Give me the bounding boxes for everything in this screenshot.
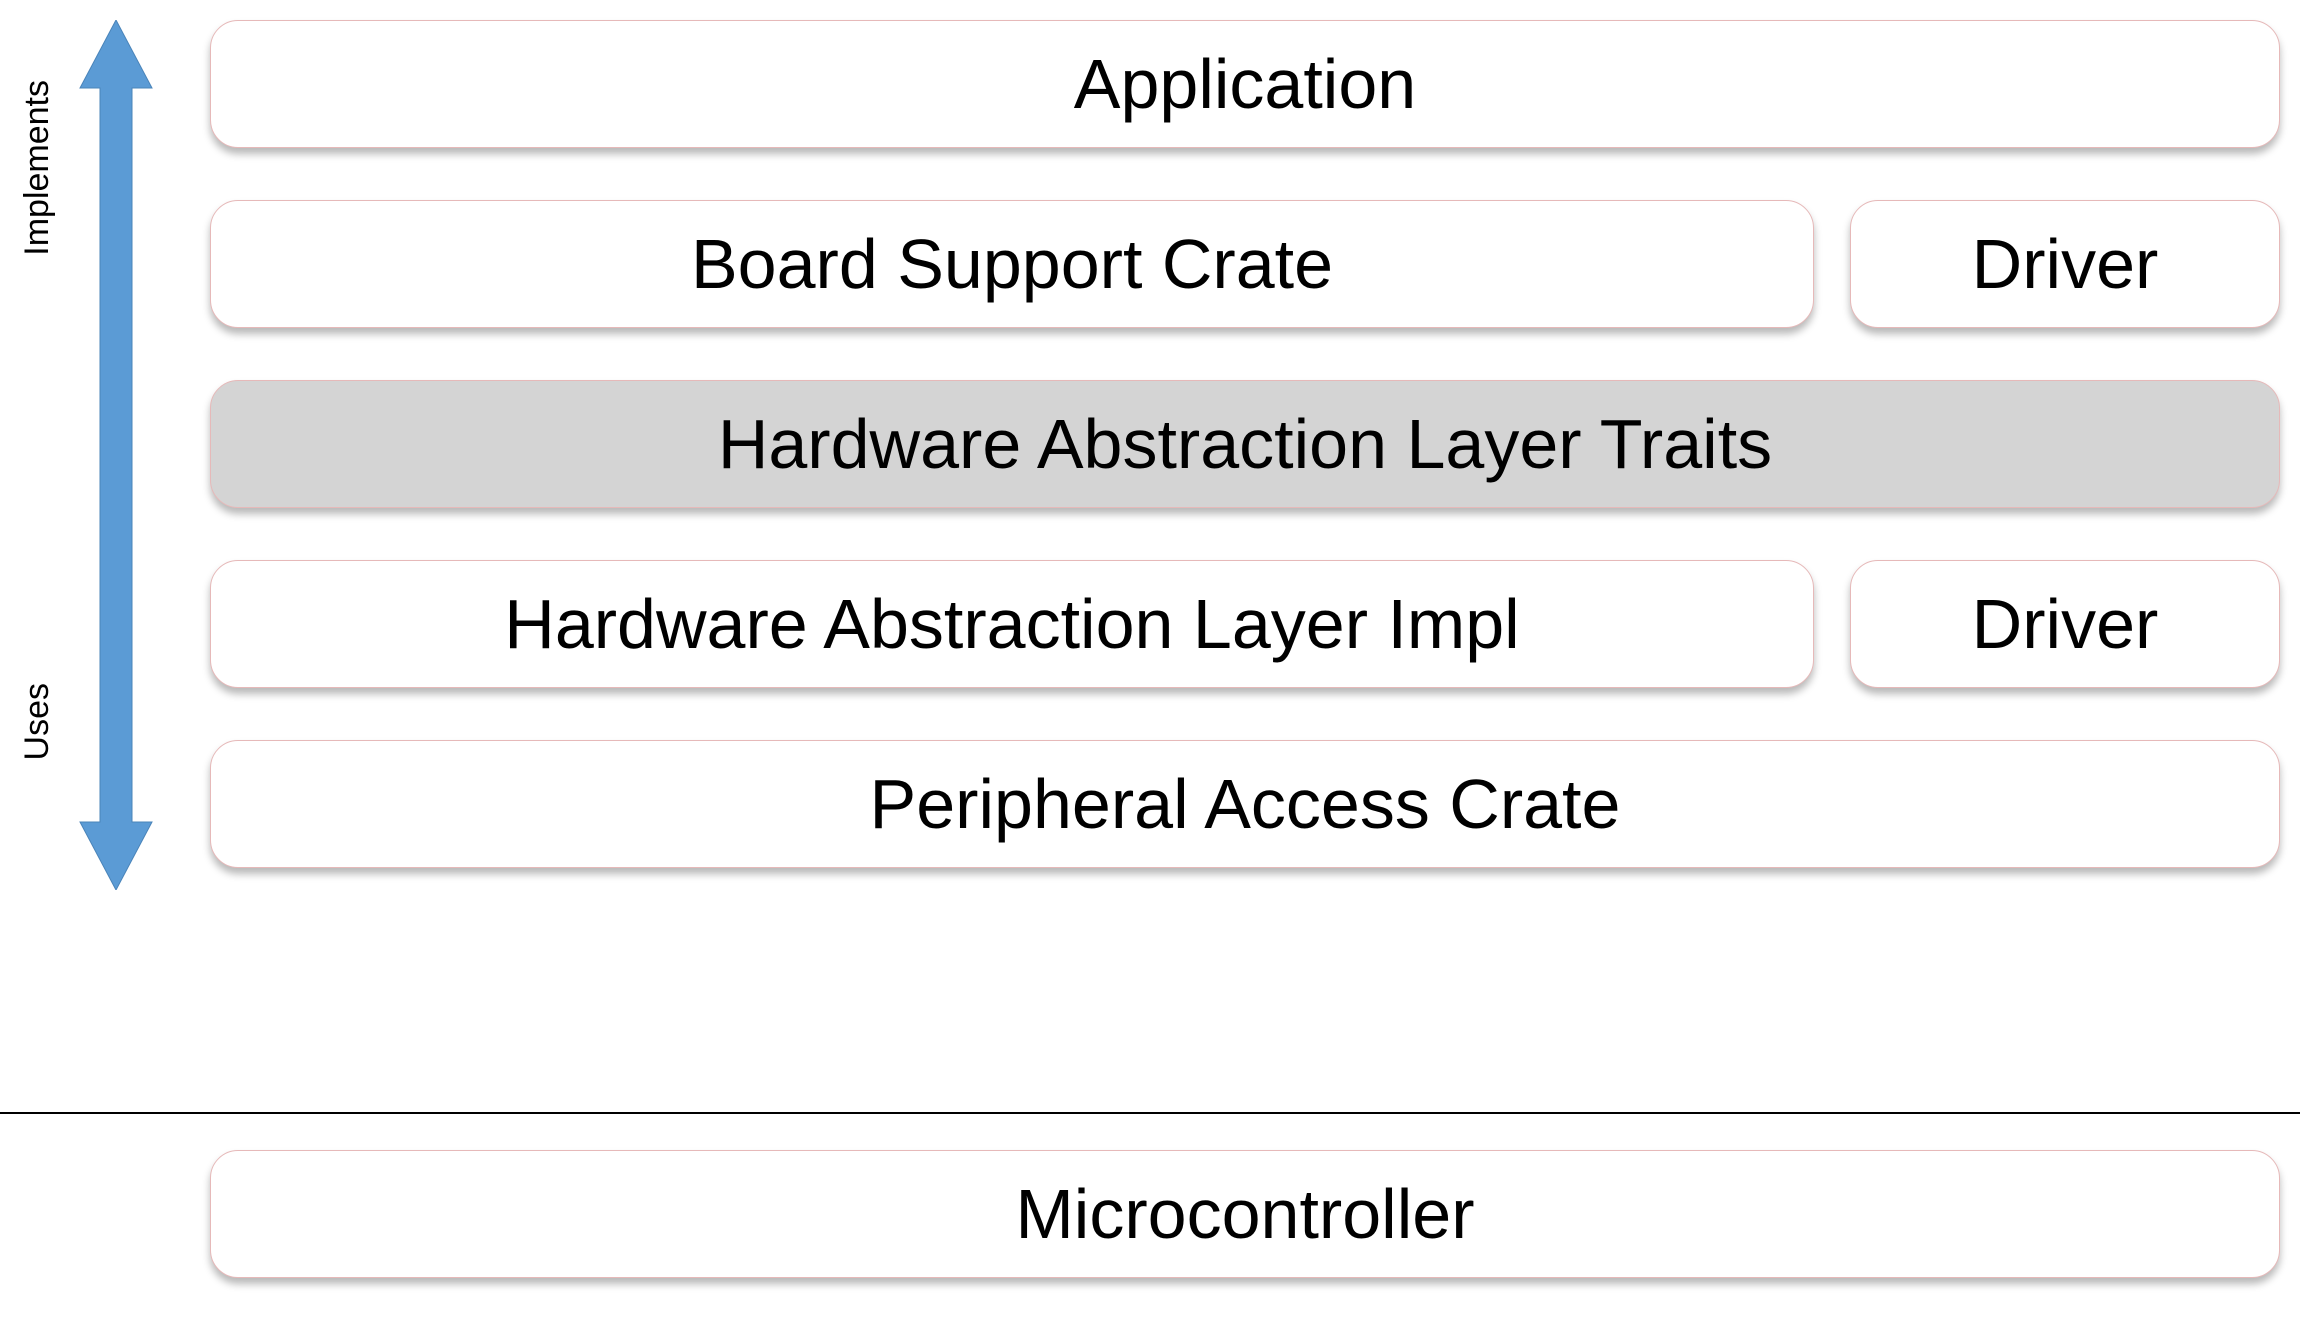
layer-row-pac: Peripheral Access Crate [210, 740, 2280, 868]
box-application: Application [210, 20, 2280, 148]
hardware-software-divider [0, 1112, 2300, 1114]
arrow-label-uses: Uses [20, 683, 54, 760]
arrow-labels-group: Implements Uses [20, 20, 66, 890]
layer-row-bsc-driver: Board Support Crate Driver [210, 200, 2280, 328]
box-bsc-label: Board Support Crate [691, 224, 1333, 304]
box-driver-top-label: Driver [1972, 224, 2159, 304]
box-pac-label: Peripheral Access Crate [870, 764, 1621, 844]
layer-row-hal-traits: Hardware Abstraction Layer Traits [210, 380, 2280, 508]
layers-column: Application Board Support Crate Driver H… [210, 10, 2280, 890]
box-hal-traits: Hardware Abstraction Layer Traits [210, 380, 2280, 508]
box-hal-impl: Hardware Abstraction Layer Impl [210, 560, 1814, 688]
box-microcontroller-label: Microcontroller [1016, 1174, 1475, 1254]
diagram-container: Implements Uses Application Board Suppor… [0, 0, 2300, 1317]
box-hal-traits-label: Hardware Abstraction Layer Traits [718, 404, 1772, 484]
box-driver-top: Driver [1850, 200, 2280, 328]
upper-section: Implements Uses Application Board Suppor… [20, 10, 2280, 890]
lower-spacer [20, 1150, 210, 1278]
box-hal-impl-label: Hardware Abstraction Layer Impl [504, 584, 1519, 664]
box-application-label: Application [1074, 44, 1416, 124]
box-driver-bottom: Driver [1850, 560, 2280, 688]
double-arrow-icon [66, 20, 166, 890]
box-driver-bottom-label: Driver [1972, 584, 2159, 664]
box-peripheral-access-crate: Peripheral Access Crate [210, 740, 2280, 868]
lower-section: Microcontroller [20, 1150, 2280, 1278]
layer-row-application: Application [210, 20, 2280, 148]
arrow-label-implements: Implements [20, 80, 54, 256]
box-microcontroller: Microcontroller [210, 1150, 2280, 1278]
box-board-support-crate: Board Support Crate [210, 200, 1814, 328]
arrow-column: Implements Uses [20, 20, 210, 890]
layer-row-hal-impl-driver: Hardware Abstraction Layer Impl Driver [210, 560, 2280, 688]
